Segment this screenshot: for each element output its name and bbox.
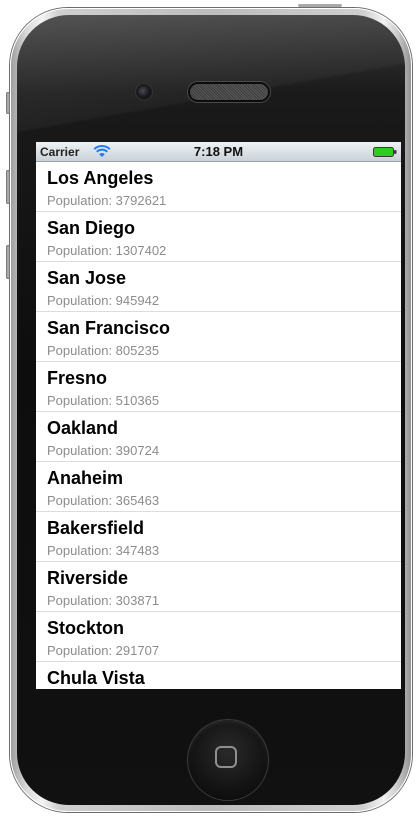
list-item[interactable]: Chula Vista — [36, 662, 401, 689]
population-label: Population: 3792621 — [47, 193, 166, 208]
population-value: 510365 — [115, 393, 160, 408]
city-name: San Francisco — [47, 318, 171, 338]
city-name: Oakland — [47, 418, 119, 438]
list-item[interactable]: San Francisco Population: 805235 — [36, 312, 401, 362]
status-time: 7:18 PM — [193, 144, 244, 159]
list-item[interactable]: Riverside Population: 303871 — [36, 562, 401, 612]
population-prefix: Population: — [47, 393, 116, 408]
list-item[interactable]: Los Angeles Population: 3792621 — [36, 162, 401, 212]
population-label: Population: 1307402 — [47, 243, 166, 258]
city-name: Los Angeles — [47, 168, 154, 188]
home-button[interactable] — [188, 720, 268, 800]
mute-switch[interactable] — [6, 92, 10, 114]
population-prefix: Population: — [47, 443, 116, 458]
city-name: San Jose — [47, 268, 127, 288]
population-value: 291707 — [115, 643, 160, 658]
list-item[interactable]: Oakland Population: 390724 — [36, 412, 401, 462]
city-name: Bakersfield — [47, 518, 145, 538]
status-bar: Carrier 7:18 PM — [36, 142, 401, 162]
earpiece-speaker — [190, 84, 268, 100]
city-name: Chula Vista — [47, 668, 145, 688]
city-name: Fresno — [47, 368, 108, 388]
population-value: 3792621 — [115, 193, 167, 208]
volume-up-button[interactable] — [6, 170, 10, 204]
list-item[interactable]: San Jose Population: 945942 — [36, 262, 401, 312]
population-value: 945942 — [115, 293, 160, 308]
list-item[interactable]: Anaheim Population: 365463 — [36, 462, 401, 512]
population-label: Population: 805235 — [47, 343, 159, 358]
list-item[interactable]: Stockton Population: 291707 — [36, 612, 401, 662]
population-label: Population: 365463 — [47, 493, 159, 508]
city-name: Anaheim — [47, 468, 124, 488]
sleep-wake-button[interactable] — [298, 4, 342, 7]
volume-down-button[interactable] — [6, 245, 10, 279]
population-value: 1307402 — [115, 243, 167, 258]
population-prefix: Population: — [47, 243, 116, 258]
population-value: 347483 — [115, 543, 160, 558]
population-prefix: Population: — [47, 493, 116, 508]
city-name: Stockton — [47, 618, 125, 638]
list-item[interactable]: Fresno Population: 510365 — [36, 362, 401, 412]
list-item[interactable]: Bakersfield Population: 347483 — [36, 512, 401, 562]
population-prefix: Population: — [47, 193, 116, 208]
population-prefix: Population: — [47, 293, 116, 308]
front-camera — [138, 86, 150, 98]
population-label: Population: 390724 — [47, 443, 159, 458]
population-prefix: Population: — [47, 643, 116, 658]
population-prefix: Population: — [47, 543, 116, 558]
city-table[interactable]: Los Angeles Population: 3792621 San Diego P… — [36, 162, 401, 689]
population-prefix: Population: — [47, 343, 116, 358]
city-name: San Diego — [47, 218, 136, 238]
simulator-stage: Carrier 7:18 PM Los Angeles Population: 3… — [0, 0, 420, 818]
population-label: Population: 510365 — [47, 393, 159, 408]
population-prefix: Population: — [47, 593, 116, 608]
home-square-icon — [215, 746, 237, 768]
device-screen: Carrier 7:18 PM Los Angeles Population: 3… — [36, 142, 401, 689]
population-value: 365463 — [115, 493, 160, 508]
population-value: 303871 — [115, 593, 160, 608]
list-item[interactable]: San Diego Population: 1307402 — [36, 212, 401, 262]
population-label: Population: 303871 — [47, 593, 159, 608]
population-value: 390724 — [115, 443, 160, 458]
population-label: Population: 291707 — [47, 643, 159, 658]
population-label: Population: 347483 — [47, 543, 159, 558]
battery-full-icon — [373, 147, 397, 157]
city-name: Riverside — [47, 568, 129, 588]
population-value: 805235 — [115, 343, 160, 358]
population-label: Population: 945942 — [47, 293, 159, 308]
